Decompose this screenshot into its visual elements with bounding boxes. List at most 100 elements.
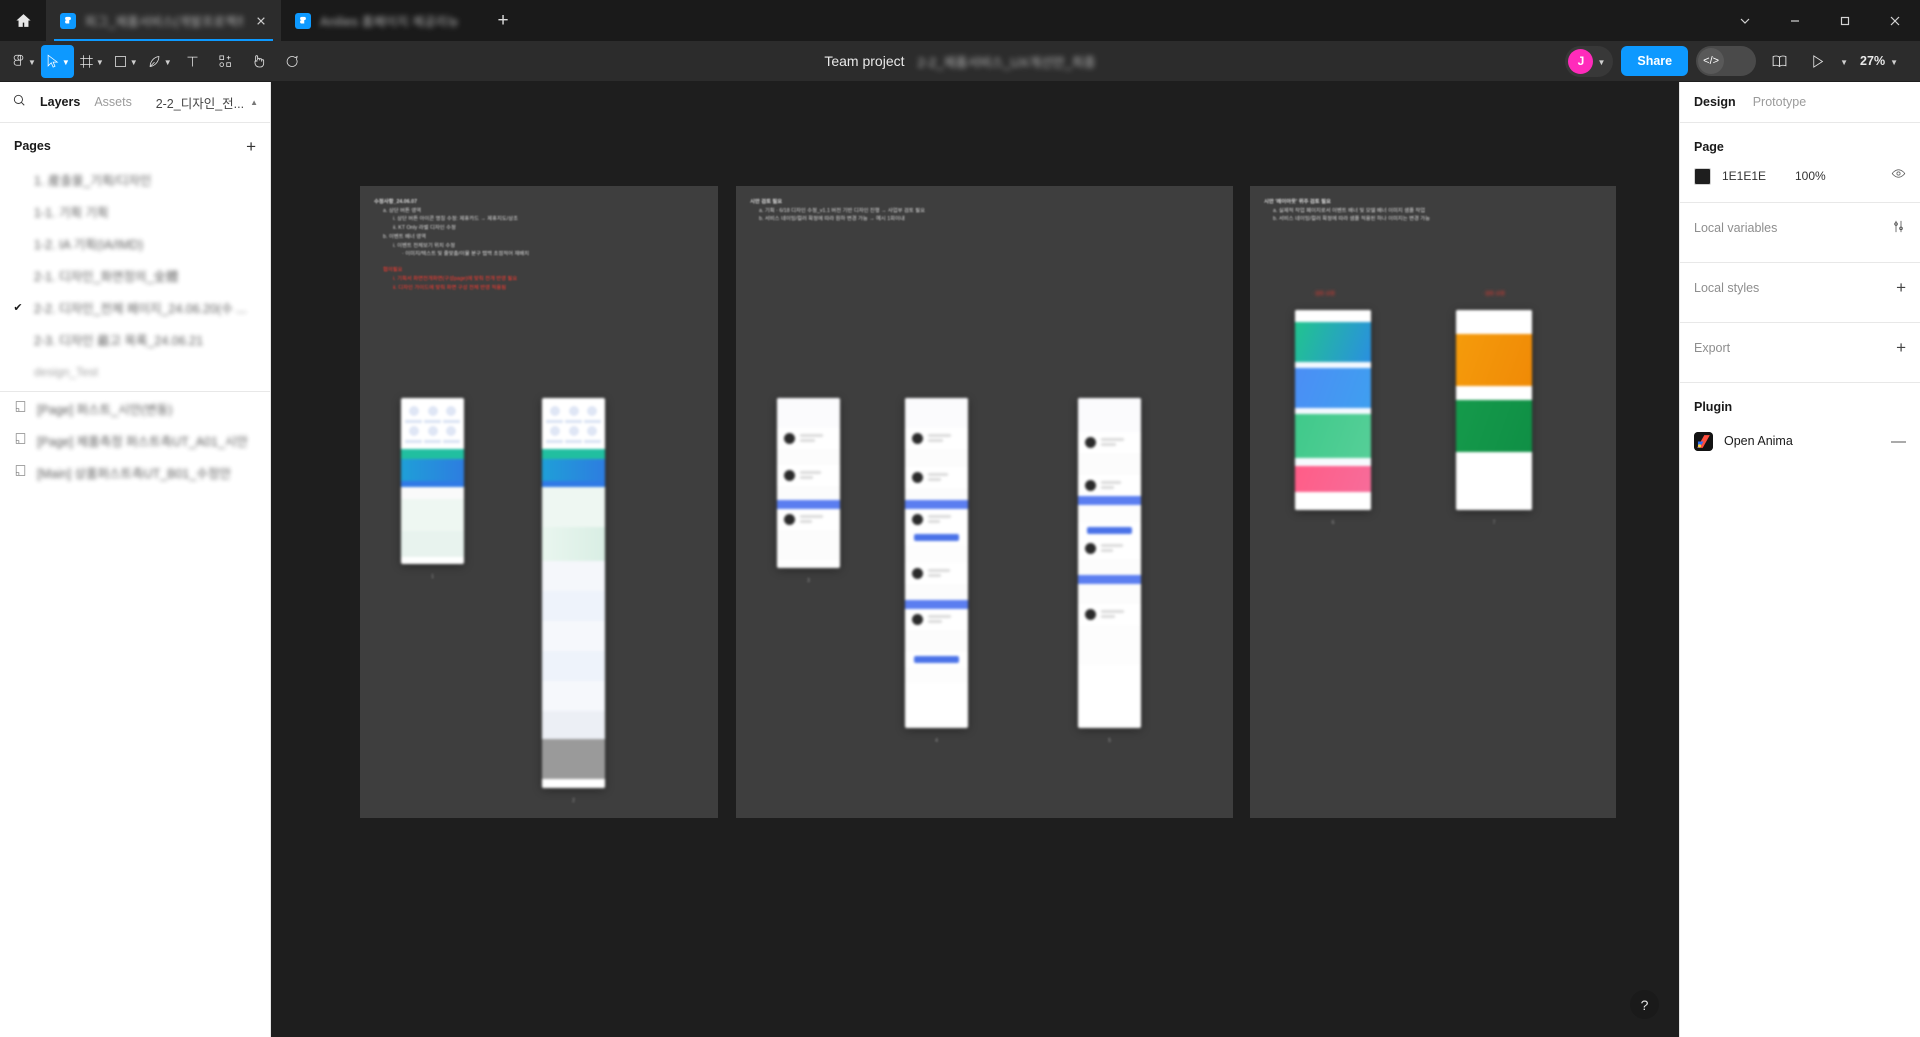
hand-tool-button[interactable]: [243, 45, 275, 78]
page-item-label: 2-2. 디자인_전체 페이지_24.06.20(수 ...: [34, 301, 247, 316]
page-item-label: 2-1. 디자인_화면정의_全體: [34, 269, 179, 284]
color-hex-value[interactable]: 1E1E1E: [1722, 169, 1784, 183]
note-line: ii. 디자인 가이드에 맞춰 화면 구성 전체 반영 적용됨: [393, 284, 507, 291]
page-item-4[interactable]: ✔ 2-2. 디자인_전체 페이지_24.06.20(수 ...: [0, 291, 270, 323]
shape-tool-button[interactable]: ▼: [109, 45, 142, 78]
page-item-1[interactable]: 1-1. 기획 기획: [0, 195, 270, 227]
sliders-icon[interactable]: [1891, 219, 1906, 237]
mockup-screen[interactable]: [401, 398, 464, 564]
list-item[interactable]: [Page] 퍼스트_시안(변동): [0, 392, 270, 424]
maximize-icon[interactable]: [1820, 0, 1870, 41]
mockup-screen[interactable]: [1078, 398, 1141, 728]
note-line: 시안 '레이아웃' 위주 검토 필요: [1264, 199, 1331, 205]
color-swatch[interactable]: [1694, 167, 1711, 185]
note-line: 협의필요: [383, 267, 403, 274]
chevron-down-icon: ▼: [95, 57, 104, 67]
export-label: Export: [1694, 340, 1731, 355]
left-sidebar-header: Layers Assets 2-2_디자인_전... ▲: [0, 82, 270, 123]
pages-header: Pages +: [0, 129, 270, 163]
design-canvas[interactable]: 수정사항_24.06.07 a. 상단 버튼 영역 i. 상단 버튼 아이콘 명…: [271, 82, 1679, 1037]
file-breadcrumb[interactable]: 2-2_디자인_전... ▲: [156, 93, 258, 112]
tab-layers[interactable]: Layers: [40, 95, 80, 109]
page-item-0[interactable]: 1. 産출물_기획/디자인: [0, 163, 270, 195]
home-icon[interactable]: [0, 0, 46, 41]
book-icon[interactable]: [1764, 46, 1794, 76]
project-title[interactable]: Team project: [824, 53, 904, 69]
present-play-icon[interactable]: [1802, 46, 1832, 76]
layer-section-label: design_Test: [34, 365, 99, 379]
local-variables-row[interactable]: Local variables: [1680, 203, 1920, 252]
close-icon[interactable]: [252, 12, 270, 30]
share-button[interactable]: Share: [1621, 46, 1689, 76]
page-item-3[interactable]: 2-1. 디자인_화면정의_全體: [0, 259, 270, 291]
chevron-down-icon[interactable]: ▼: [1840, 56, 1848, 67]
frame-annotation-3: 시안 '레이아웃' 위주 검토 필요 a. 실제적 작업 페이지로서 이벤트 배…: [1264, 198, 1602, 224]
list-item[interactable]: [Main] 상품퍼스트측UT_B01_수정안: [0, 456, 270, 488]
actions-tool-button[interactable]: [210, 45, 242, 78]
list-item[interactable]: [Page] 제품측정 퍼스트측UT_A01_시안: [0, 424, 270, 456]
close-window-icon[interactable]: [1870, 0, 1920, 41]
canvas-frame-3[interactable]: 시안 '레이아웃' 위주 검토 필요 a. 실제적 작업 페이지로서 이벤트 배…: [1250, 186, 1616, 818]
pages-list: 1. 産출물_기획/디자인 1-1. 기획 기획 1-2. IA 기획(IA/I…: [0, 163, 270, 355]
note-line: i. 상단 버튼 아이콘 명칭 수정: 제휴카드 → 제휴지도/상조: [393, 216, 518, 223]
page-item-label: 2-3. 디자인 最고 목록_24.06.21: [34, 333, 204, 348]
chevron-down-icon: ▼: [28, 57, 36, 67]
right-sidebar: Design Prototype Page 1E1E1E 100% Local …: [1679, 82, 1920, 1037]
export-row[interactable]: Export +: [1680, 323, 1920, 372]
page-item-5[interactable]: 2-3. 디자인 最고 목록_24.06.21: [0, 323, 270, 355]
chevron-down-icon[interactable]: [1720, 0, 1770, 41]
note-line: b. 서비스 네이밍/컬러 확정에 따라 원하 변경 가능 → 예시 1회이내: [759, 216, 905, 223]
mockup-screen[interactable]: [905, 398, 968, 728]
tab-design[interactable]: Design: [1694, 95, 1736, 109]
frame-tool-button[interactable]: ▼: [75, 45, 108, 78]
mockup-screen[interactable]: [1295, 310, 1371, 510]
mockup-screen[interactable]: [542, 398, 605, 788]
note-line: ii. KT Only 라벨 디자인 수정: [393, 225, 456, 232]
page-background-row[interactable]: 1E1E1E 100%: [1680, 160, 1920, 192]
comment-tool-button[interactable]: [276, 45, 308, 78]
page-item-2[interactable]: 1-2. IA 기획(IA/IMD): [0, 227, 270, 259]
plugin-item-open-anima[interactable]: Open Anima —: [1680, 420, 1920, 462]
canvas-frame-2[interactable]: 시안 검토 필요 a. 기획 · 6/18 디자인 수정_v1.1 버전 기반 …: [736, 186, 1233, 818]
note-line: a. 기획 · 6/18 디자인 수정_v1.1 버전 기반 디자인 진행 → …: [759, 207, 925, 214]
add-export-button[interactable]: +: [1896, 339, 1906, 356]
browser-tab-1[interactable]: Anilies 홈페이지 제공리뉴: [281, 0, 481, 41]
opacity-value[interactable]: 100%: [1795, 169, 1880, 183]
add-style-button[interactable]: +: [1896, 279, 1906, 296]
file-title[interactable]: 2-2_제품서비스_UX개선안_최종: [918, 52, 1096, 71]
minimize-icon[interactable]: [1770, 0, 1820, 41]
toolbar-right-actions: J ▼ Share </> ▼ 27% ▼: [1565, 45, 1920, 77]
user-avatar-menu[interactable]: J ▼: [1565, 45, 1614, 77]
toolbar-tools: ▼ ▼ ▼ ▼ ▼: [0, 44, 308, 78]
help-button[interactable]: ?: [1630, 990, 1659, 1019]
dev-mode-toggle[interactable]: </>: [1696, 46, 1757, 76]
zoom-level-menu[interactable]: 27% ▼: [1856, 54, 1902, 68]
text-tool-button[interactable]: [177, 45, 209, 78]
tab-assets[interactable]: Assets: [94, 95, 132, 109]
note-line: · 이미지/텍스트 및 줄맞춤/이물 분구 탭백 초점적어 재배치: [402, 251, 530, 258]
new-tab-button[interactable]: +: [481, 0, 525, 41]
add-page-button[interactable]: +: [246, 138, 256, 155]
collapse-plugin-button[interactable]: —: [1891, 434, 1906, 449]
search-icon[interactable]: [12, 93, 26, 112]
pen-tool-button[interactable]: ▼: [143, 45, 176, 78]
page-item-label: 1-2. IA 기획(IA/IMD): [34, 237, 144, 252]
tab-prototype[interactable]: Prototype: [1753, 95, 1807, 109]
canvas-frame-1[interactable]: 수정사항_24.06.07 a. 상단 버튼 영역 i. 상단 버튼 아이콘 명…: [360, 186, 718, 818]
browser-tab-title: 피그_제품서비스(개발프로젝트): [85, 15, 243, 29]
local-styles-label: Local styles: [1694, 280, 1760, 295]
mockup-caption: 2: [572, 798, 575, 804]
layers-list: [Page] 퍼스트_시안(변동) [Page] 제품측정 퍼스트측UT_A01…: [0, 392, 270, 488]
eye-icon[interactable]: [1891, 166, 1906, 186]
browser-tab-0[interactable]: 피그_제품서비스(개발프로젝트): [46, 0, 281, 41]
main-menu-button[interactable]: ▼: [7, 45, 40, 78]
local-styles-row[interactable]: Local styles +: [1680, 263, 1920, 312]
page-check-icon: ✔: [13, 301, 23, 314]
chevron-up-icon: ▲: [250, 97, 258, 107]
mockup-screen[interactable]: [777, 398, 840, 568]
move-tool-button[interactable]: ▼: [40, 44, 74, 78]
mockup-screen[interactable]: [1456, 310, 1532, 510]
note-line: b. 서비스 네이밍/컬러 확정에 따라 샘플 적용된 하나 이미지는 변경 가…: [1273, 216, 1431, 223]
zoom-level-value: 27%: [1860, 54, 1886, 68]
layer-label: [Page] 퍼스트_시안(변동): [37, 402, 173, 417]
